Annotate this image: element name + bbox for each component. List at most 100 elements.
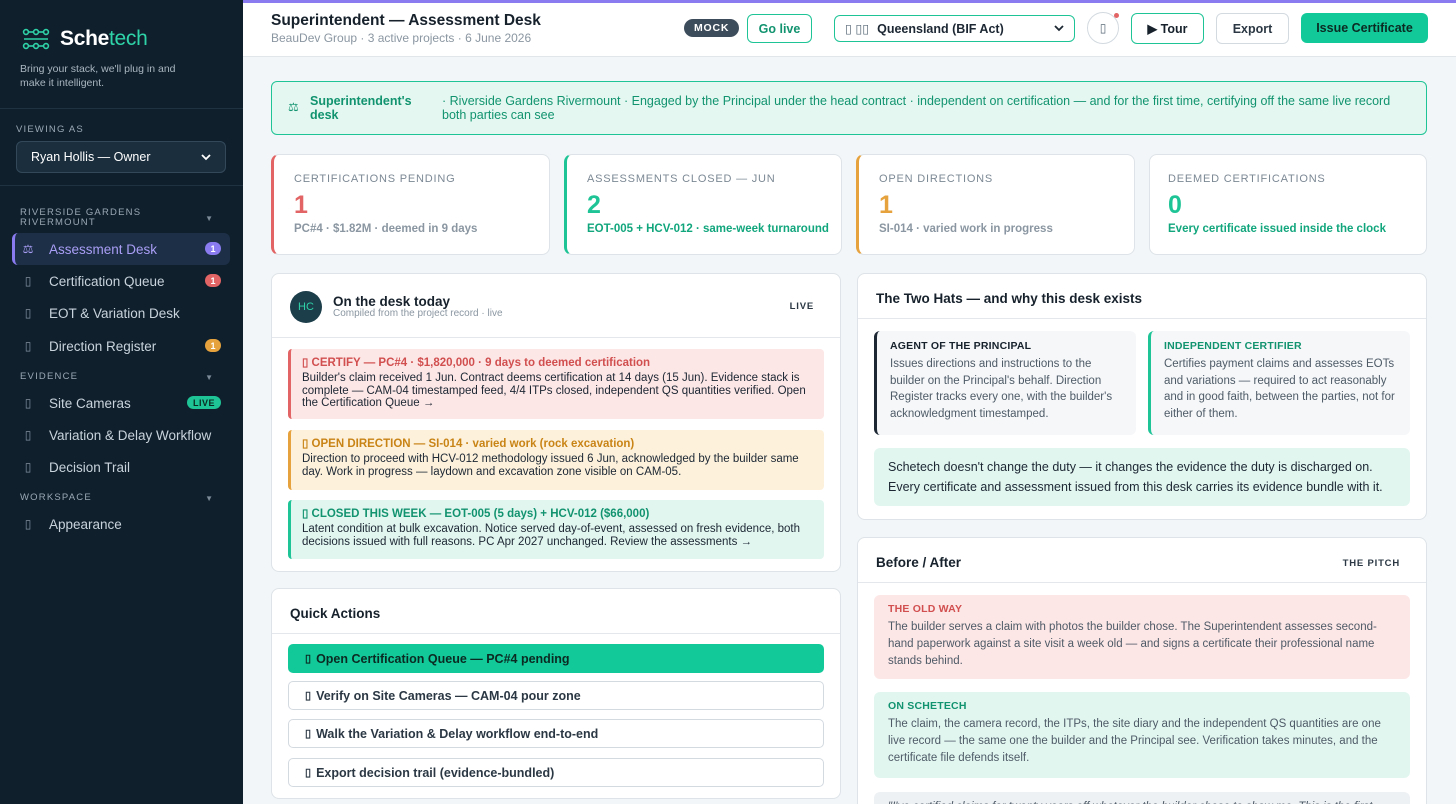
hat-title: INDEPENDENT CERTIFIER bbox=[1164, 340, 1302, 352]
notification-dot bbox=[1114, 13, 1119, 18]
scales-icon: ⚖ bbox=[22, 242, 34, 256]
old-way-body: The builder serves a claim with photos t… bbox=[888, 621, 1377, 667]
walk-workflow-button[interactable]: ▯ Walk the Variation & Delay workflow end… bbox=[288, 719, 824, 748]
kpi-label: CERTIFICATIONS PENDING bbox=[294, 173, 456, 185]
scales-icon: ⚖ bbox=[288, 100, 299, 114]
flag-icon: ▯ bbox=[302, 438, 312, 450]
brand[interactable]: Schetech bbox=[22, 26, 148, 52]
panel-title: Quick Actions bbox=[290, 606, 381, 621]
sidebar-item-eot-variation-desk[interactable]: ▯ EOT & Variation Desk bbox=[12, 297, 230, 329]
queue-icon: ▯ bbox=[24, 274, 32, 288]
sidebar-item-decision-trail[interactable]: ▯ Decision Trail bbox=[12, 451, 230, 483]
desk-item-body: Direction to proceed with HCV-012 method… bbox=[302, 453, 799, 478]
chevron-down-icon bbox=[1054, 25, 1064, 32]
sidebar-item-site-cameras[interactable]: ▯ Site Cameras LIVE bbox=[12, 387, 230, 419]
verify-site-cameras-button[interactable]: ▯ Verify on Site Cameras — CAM-04 pour zo… bbox=[288, 681, 824, 710]
before-after-panel: Before / After THE PITCH THE OLD WAY The… bbox=[857, 537, 1427, 804]
kpi-assessments-closed[interactable]: ASSESSMENTS CLOSED — JUN 2 EOT-005 + HCV… bbox=[564, 154, 842, 255]
top-bar: Superintendent — Assessment Desk BeauDev… bbox=[243, 0, 1456, 57]
desk-item-title: ▯ CLOSED THIS WEEK — EOT-005 (5 days) + … bbox=[302, 508, 650, 520]
open-certification-queue-button[interactable]: ▯ Open Certification Queue — PC#4 pending bbox=[288, 644, 824, 673]
viewing-as-label: VIEWING AS bbox=[16, 124, 84, 135]
panel-title: Before / After bbox=[876, 555, 962, 570]
info-banner: ⚖ Superintendent's desk · Riverside Gard… bbox=[271, 81, 1427, 135]
kpi-label: ASSESSMENTS CLOSED — JUN bbox=[587, 173, 776, 185]
region-select-value: ▯ ▯▯ Queensland (BIF Act) bbox=[845, 22, 1004, 36]
on-schetech-card: ON SCHETECH The claim, the camera record… bbox=[874, 692, 1410, 778]
sidebar-item-label: Appearance bbox=[49, 516, 122, 532]
live-tag: LIVE bbox=[789, 301, 814, 312]
viewer-select[interactable]: Ryan Hollis — Owner bbox=[16, 141, 226, 173]
count-badge: 1 bbox=[205, 274, 221, 287]
sidebar-item-label: Decision Trail bbox=[49, 459, 131, 475]
divider bbox=[272, 633, 840, 634]
sidebar-item-assessment-desk[interactable]: ⚖ Assessment Desk 1 bbox=[12, 233, 230, 265]
desk-item-title: ▯ CERTIFY — PC#4 · $1,820,000 · 9 days t… bbox=[302, 357, 651, 369]
page-title: Superintendent — Assessment Desk bbox=[271, 12, 541, 29]
kpi-label: OPEN DIRECTIONS bbox=[879, 173, 994, 185]
hat-title: AGENT OF THE PRINCIPAL bbox=[890, 340, 1032, 352]
on-schetech-body: The claim, the camera record, the ITPs, … bbox=[888, 718, 1381, 764]
export-button[interactable]: Export bbox=[1216, 13, 1289, 44]
live-badge: LIVE bbox=[186, 396, 221, 409]
caret-down-icon[interactable]: ▼ bbox=[205, 373, 213, 382]
panel-subtitle: Compiled from the project record · live bbox=[333, 308, 503, 319]
kpi-note: PC#4 · $1.82M · deemed in 9 days bbox=[294, 223, 478, 235]
sidebar-item-label: Certification Queue bbox=[49, 273, 165, 289]
sidebar: Schetech Bring your stack, we'll plug in… bbox=[0, 0, 243, 804]
two-hats-panel: The Two Hats — and why this desk exists … bbox=[857, 273, 1427, 520]
kpi-deemed-certifications[interactable]: DEEMED CERTIFICATIONS 0 Every certificat… bbox=[1149, 154, 1427, 255]
export-decision-trail-button[interactable]: ▯ Export decision trail (evidence-bundled… bbox=[288, 758, 824, 787]
trail-icon: ▯ bbox=[24, 460, 32, 474]
workflow-icon: ▯ bbox=[305, 728, 312, 740]
region-icon: ▯ ▯▯ bbox=[845, 22, 870, 36]
tour-button[interactable]: ▶ Tour bbox=[1131, 13, 1204, 44]
check-icon: ▯ bbox=[302, 508, 312, 520]
camera-icon: ▯ bbox=[24, 396, 32, 410]
caret-down-icon[interactable]: ▼ bbox=[205, 214, 213, 223]
viewer-value: Ryan Hollis — Owner bbox=[31, 150, 151, 164]
count-badge: 1 bbox=[205, 242, 221, 255]
sidebar-item-direction-register[interactable]: ▯ Direction Register 1 bbox=[12, 330, 230, 362]
divider bbox=[858, 582, 1426, 583]
hat-body: Issues directions and instructions to th… bbox=[890, 358, 1113, 421]
sidebar-item-appearance[interactable]: ▯ Appearance bbox=[12, 508, 230, 540]
count-badge: 1 bbox=[205, 339, 221, 352]
kpi-certifications-pending[interactable]: CERTIFICATIONS PENDING 1 PC#4 · $1.82M ·… bbox=[271, 154, 550, 255]
desk-item-body: Builder's claim received 1 Jun. Contract… bbox=[302, 372, 806, 409]
export-icon: ▯ bbox=[305, 767, 312, 779]
top-accent-bar bbox=[243, 0, 1456, 3]
kpi-note: SI-014 · varied work in progress bbox=[879, 223, 1053, 235]
hat-agent-of-principal: AGENT OF THE PRINCIPAL Issues directions… bbox=[874, 331, 1136, 435]
palette-icon: ▯ bbox=[24, 517, 32, 531]
old-way-title: THE OLD WAY bbox=[888, 603, 963, 615]
sidebar-item-label: Variation & Delay Workflow bbox=[49, 427, 212, 443]
banner-title: Superintendent's desk bbox=[310, 94, 412, 122]
panel-title: On the desk today bbox=[333, 294, 451, 309]
flag-icon: ▯ bbox=[302, 357, 312, 369]
section-label-workspace: WORKSPACE bbox=[20, 492, 92, 503]
camera-icon: ▯ bbox=[305, 690, 312, 702]
sidebar-item-label: Site Cameras bbox=[49, 395, 131, 411]
on-the-desk-panel: HC On the desk today Compiled from the p… bbox=[271, 273, 841, 572]
go-live-button[interactable]: Go live bbox=[747, 14, 812, 43]
kpi-value: 1 bbox=[879, 191, 893, 219]
kpi-open-directions[interactable]: OPEN DIRECTIONS 1 SI-014 · varied work i… bbox=[856, 154, 1135, 255]
pitch-tag: THE PITCH bbox=[1342, 558, 1400, 569]
region-select[interactable]: ▯ ▯▯ Queensland (BIF Act) bbox=[834, 15, 1075, 42]
sidebar-item-certification-queue[interactable]: ▯ Certification Queue 1 bbox=[12, 265, 230, 297]
desk-item-certify[interactable]: ▯ CERTIFY — PC#4 · $1,820,000 · 9 days t… bbox=[288, 349, 824, 419]
hat-body: Certifies payment claims and assesses EO… bbox=[1164, 358, 1395, 421]
duty-quote: Schetech doesn't change the duty — it ch… bbox=[874, 448, 1410, 506]
divider bbox=[0, 108, 243, 109]
hat-independent-certifier: INDEPENDENT CERTIFIER Certifies payment … bbox=[1148, 331, 1410, 435]
chevron-down-icon bbox=[201, 153, 211, 160]
on-schetech-title: ON SCHETECH bbox=[888, 700, 967, 712]
caret-down-icon[interactable]: ▼ bbox=[205, 494, 213, 503]
desk-item-closed-this-week[interactable]: ▯ CLOSED THIS WEEK — EOT-005 (5 days) + … bbox=[288, 500, 824, 559]
kpi-note: Every certificate issued inside the cloc… bbox=[1168, 223, 1386, 235]
sidebar-item-variation-delay-workflow[interactable]: ▯ Variation & Delay Workflow bbox=[12, 419, 230, 451]
brand-name: Schetech bbox=[60, 27, 148, 50]
issue-certificate-button[interactable]: Issue Certificate bbox=[1301, 13, 1428, 43]
desk-item-open-direction[interactable]: ▯ OPEN DIRECTION — SI-014 · varied work … bbox=[288, 430, 824, 490]
